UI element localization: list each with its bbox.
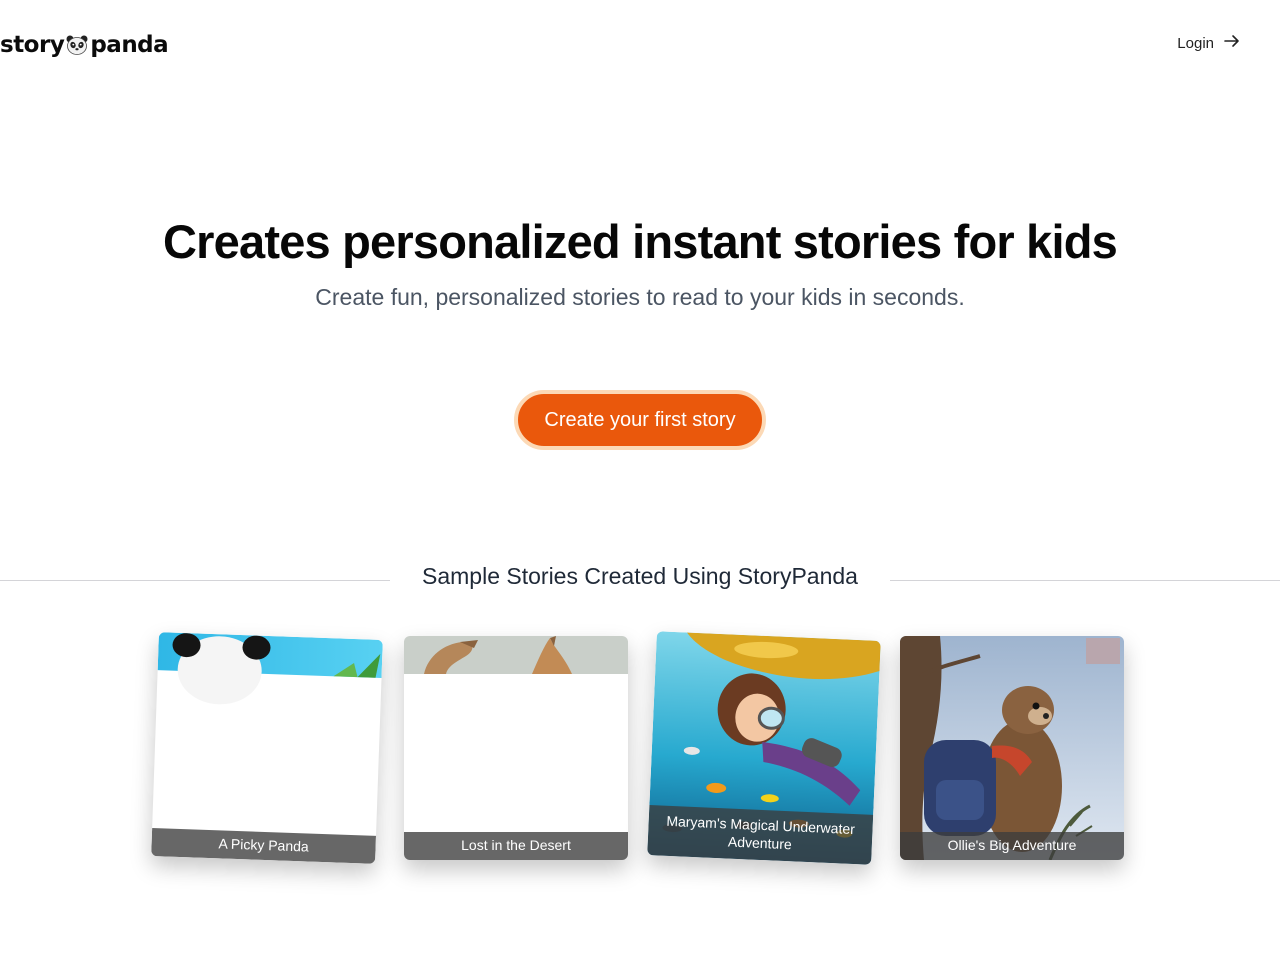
hero-title: Creates personalized instant stories for… — [163, 215, 1118, 268]
login-link[interactable]: Login — [1177, 34, 1240, 52]
story-card-ollies-big-adventure[interactable]: Ollie's Big Adventure — [900, 636, 1124, 860]
hero-subtitle: Create fun, personalized stories to read… — [315, 284, 965, 310]
story-card-maryam-underwater[interactable]: Maryam's Magical Underwater Adventure — [647, 631, 881, 865]
section-divider-left — [0, 580, 390, 581]
logo-text-right: panda — [90, 32, 169, 58]
story-title: Ollie's Big Adventure — [900, 832, 1124, 860]
storypanda-logo[interactable]: story panda — [0, 30, 169, 60]
story-title: Maryam's Magical Underwater Adventure — [647, 805, 874, 865]
sample-stories-heading: Sample Stories Created Using StoryPanda — [422, 563, 858, 589]
story-card-picky-panda[interactable]: A Picky Panda — [151, 632, 383, 864]
section-divider-right — [890, 580, 1280, 581]
top-nav: story panda Login — [0, 0, 1280, 90]
arrow-right-icon — [1224, 34, 1240, 52]
logo-text-left: story — [0, 32, 65, 58]
camel-illustration — [404, 636, 628, 674]
story-title: Lost in the Desert — [404, 832, 628, 860]
otter-illustration — [900, 636, 1124, 860]
story-card-lost-in-desert[interactable]: Lost in the Desert — [404, 636, 628, 860]
panda-logo-icon — [66, 35, 88, 55]
create-first-story-button[interactable]: Create your first story — [514, 390, 766, 450]
login-label: Login — [1177, 34, 1214, 52]
